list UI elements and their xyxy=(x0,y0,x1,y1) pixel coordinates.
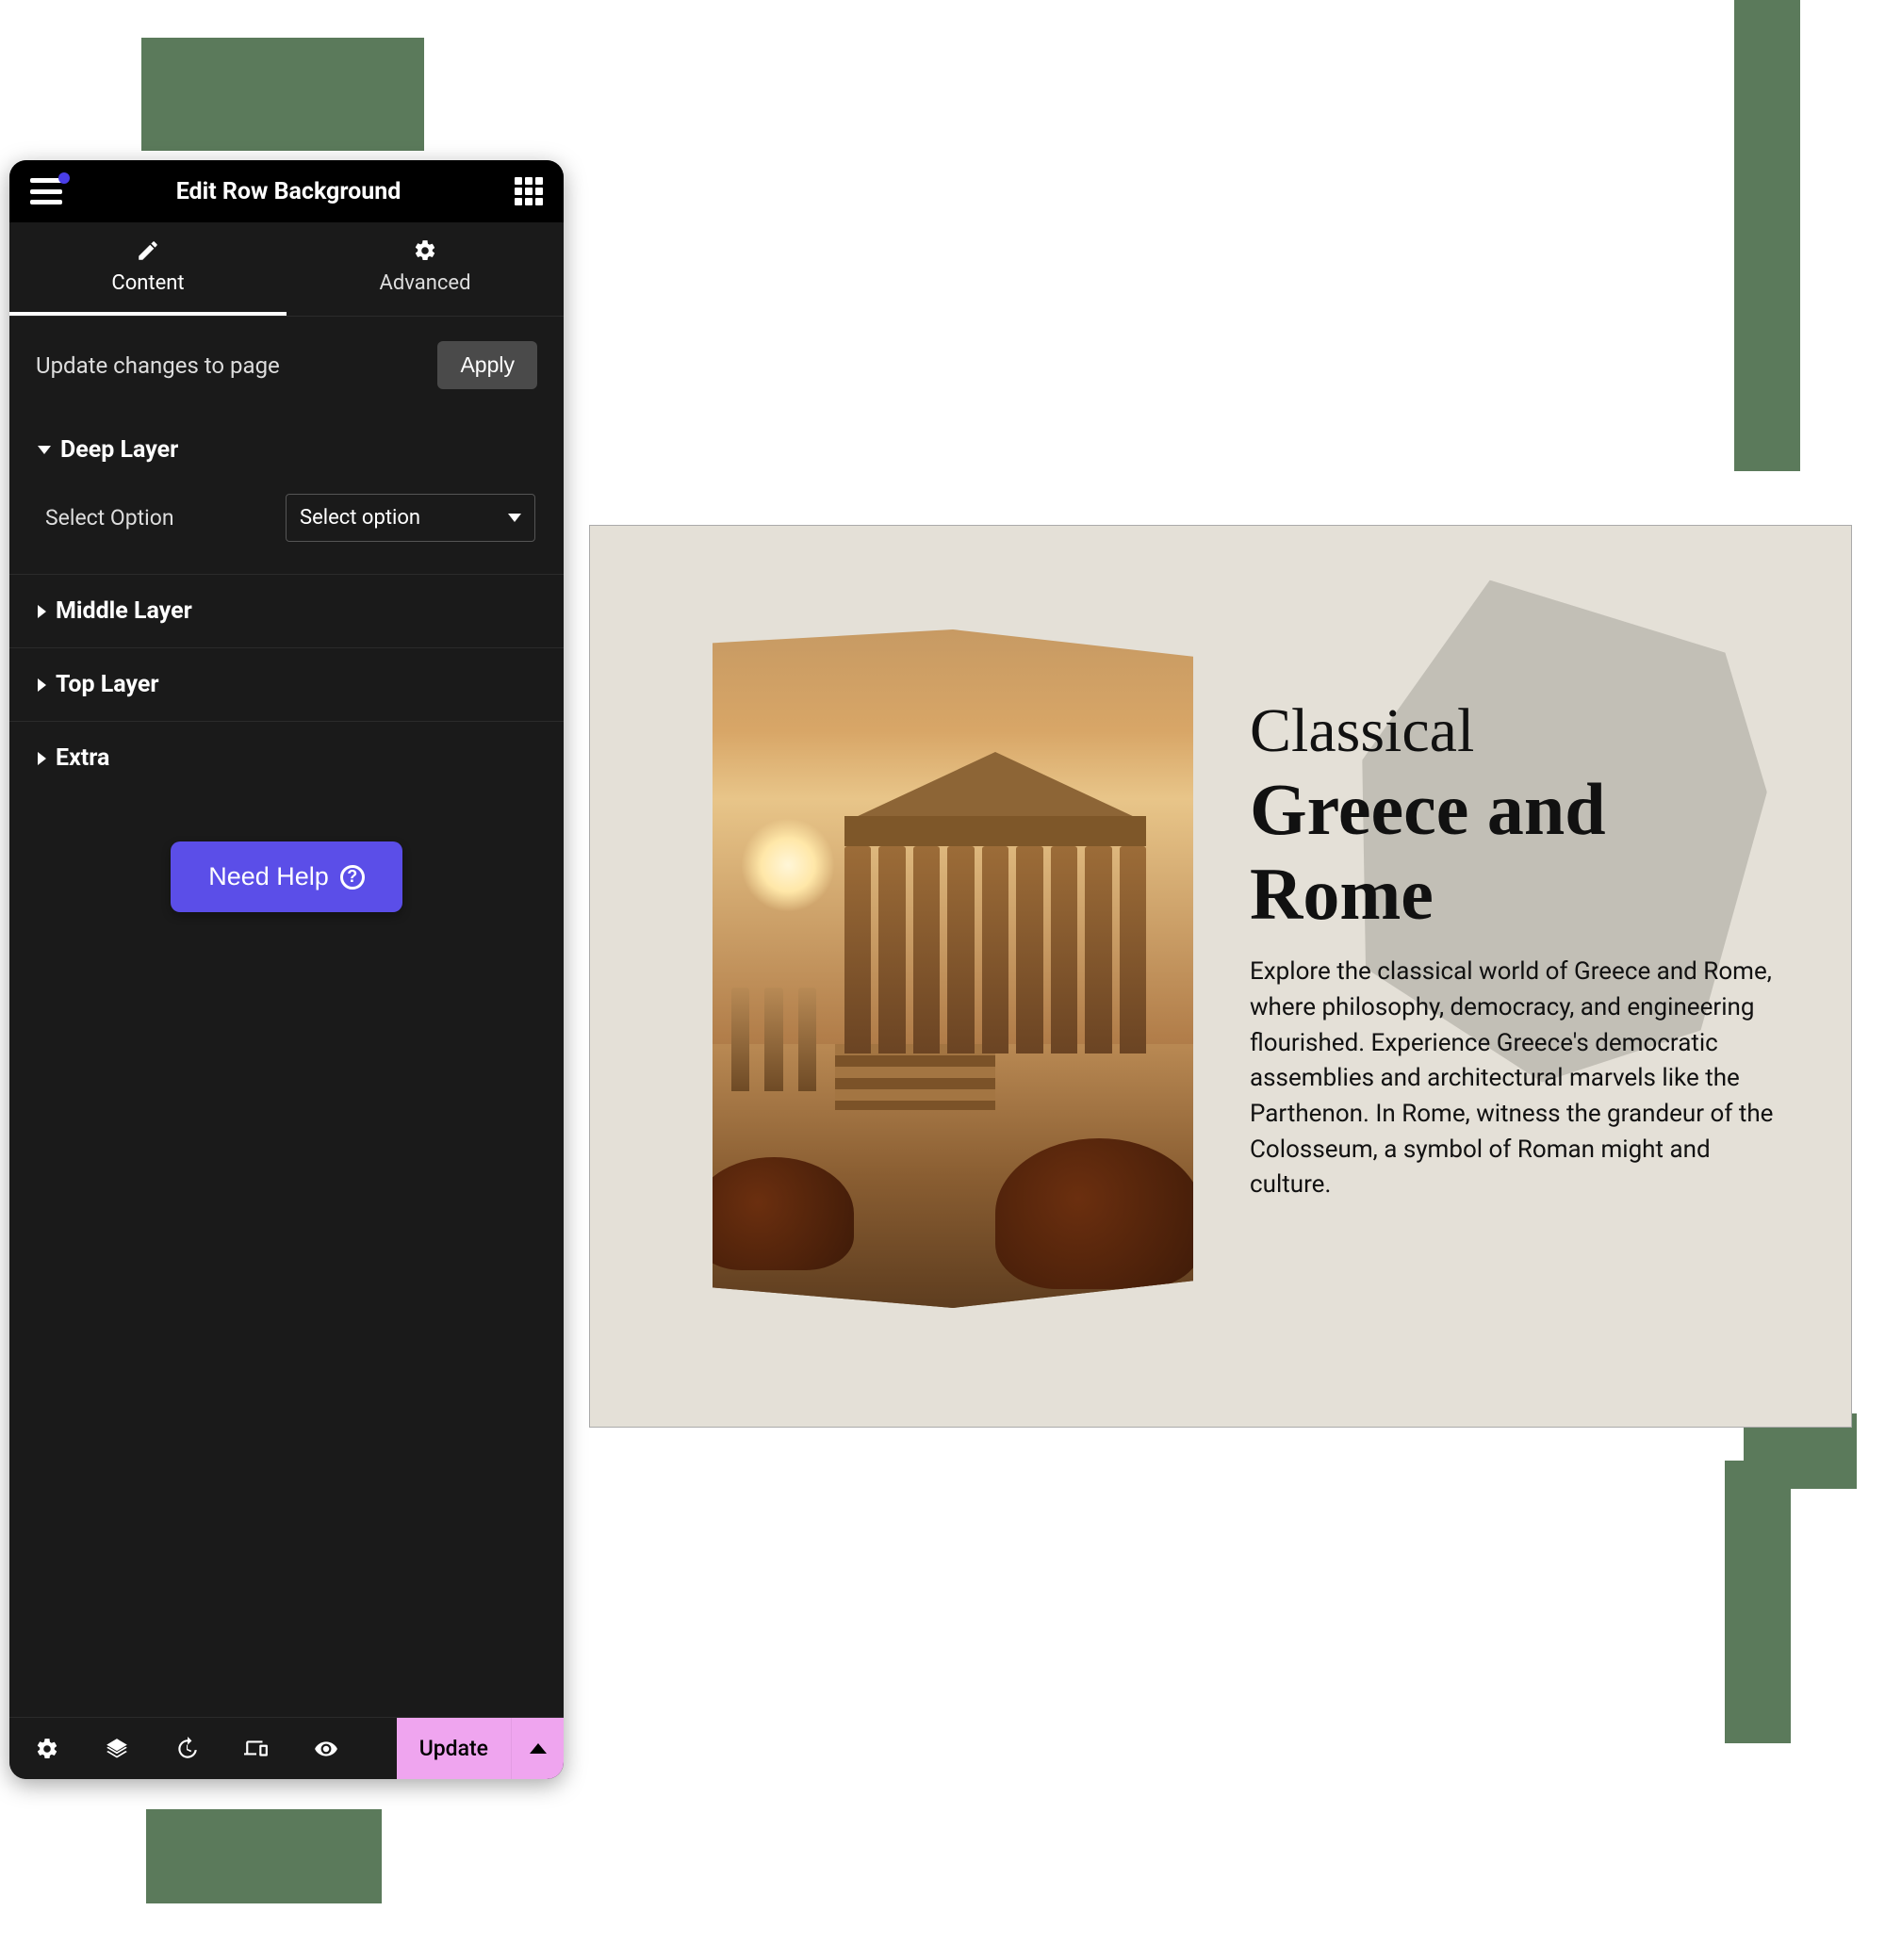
update-label: Update xyxy=(419,1736,488,1761)
menu-button[interactable] xyxy=(30,178,62,204)
section-deep-layer-title: Deep Layer xyxy=(60,436,178,464)
apply-button[interactable]: Apply xyxy=(437,341,537,389)
decoration-block xyxy=(1734,0,1800,471)
decoration-block xyxy=(146,1809,382,1903)
apply-row-label: Update changes to page xyxy=(36,352,280,379)
preview-title-line1: Classical xyxy=(1250,695,1785,767)
tab-content-label: Content xyxy=(111,271,184,295)
layers-icon xyxy=(105,1737,129,1761)
select-option-dropdown[interactable]: Select option xyxy=(286,494,535,542)
need-help-label: Need Help xyxy=(208,862,329,891)
update-options-button[interactable] xyxy=(511,1718,564,1779)
section-deep-layer-header[interactable]: Deep Layer xyxy=(9,408,564,486)
apps-grid-button[interactable] xyxy=(515,177,543,205)
tab-advanced-label: Advanced xyxy=(380,271,471,295)
preview-paragraph: Explore the classical world of Greece an… xyxy=(1250,955,1778,1203)
decoration-block xyxy=(1725,1461,1791,1743)
need-help-button[interactable]: Need Help ? xyxy=(171,841,402,912)
panel-title: Edit Row Background xyxy=(176,178,402,205)
preview-title-line2: Greece and xyxy=(1250,767,1785,852)
tab-advanced[interactable]: Advanced xyxy=(287,222,564,316)
preview-title-line3: Rome xyxy=(1250,852,1785,937)
section-extra-header[interactable]: Extra xyxy=(9,721,564,794)
panel-tabs: Content Advanced xyxy=(9,222,564,317)
history-icon xyxy=(174,1737,199,1761)
hero-image xyxy=(713,629,1193,1308)
select-option-label: Select Option xyxy=(45,505,174,531)
gear-icon xyxy=(35,1737,59,1761)
caret-right-icon xyxy=(38,605,46,618)
editor-panel: Edit Row Background Content Advanced Upd… xyxy=(9,160,564,1779)
tab-content[interactable]: Content xyxy=(9,222,287,316)
accordion: Deep Layer Select Option Select option M… xyxy=(9,408,564,794)
caret-right-icon xyxy=(38,752,46,765)
caret-right-icon xyxy=(38,678,46,692)
panel-footer: Update xyxy=(9,1717,564,1779)
select-option-value: Select option xyxy=(300,506,420,530)
panel-header: Edit Row Background xyxy=(9,160,564,222)
layers-button[interactable] xyxy=(104,1736,130,1762)
content-preview: Classical Greece and Rome Explore the cl… xyxy=(589,525,1852,1428)
history-button[interactable] xyxy=(173,1736,200,1762)
pencil-icon xyxy=(9,236,287,266)
section-middle-layer-title: Middle Layer xyxy=(56,597,192,625)
preview-text-column: Classical Greece and Rome Explore the cl… xyxy=(1250,629,1785,1203)
notification-dot-icon xyxy=(58,172,70,184)
update-button[interactable]: Update xyxy=(397,1718,511,1779)
section-deep-layer-body: Select Option Select option xyxy=(9,486,564,574)
help-icon: ? xyxy=(340,865,365,890)
settings-button[interactable] xyxy=(34,1736,60,1762)
eye-icon xyxy=(314,1737,338,1761)
preview-button[interactable] xyxy=(313,1736,339,1762)
decoration-block xyxy=(141,38,424,151)
gear-icon xyxy=(287,236,564,266)
responsive-button[interactable] xyxy=(243,1736,270,1762)
section-middle-layer-header[interactable]: Middle Layer xyxy=(9,574,564,647)
caret-down-icon xyxy=(38,446,51,454)
chevron-down-icon xyxy=(508,514,521,522)
section-top-layer-header[interactable]: Top Layer xyxy=(9,647,564,721)
apply-row: Update changes to page Apply xyxy=(9,317,564,408)
chevron-up-icon xyxy=(530,1743,547,1754)
section-extra-title: Extra xyxy=(56,744,109,772)
devices-icon xyxy=(244,1737,269,1761)
section-top-layer-title: Top Layer xyxy=(56,671,159,698)
